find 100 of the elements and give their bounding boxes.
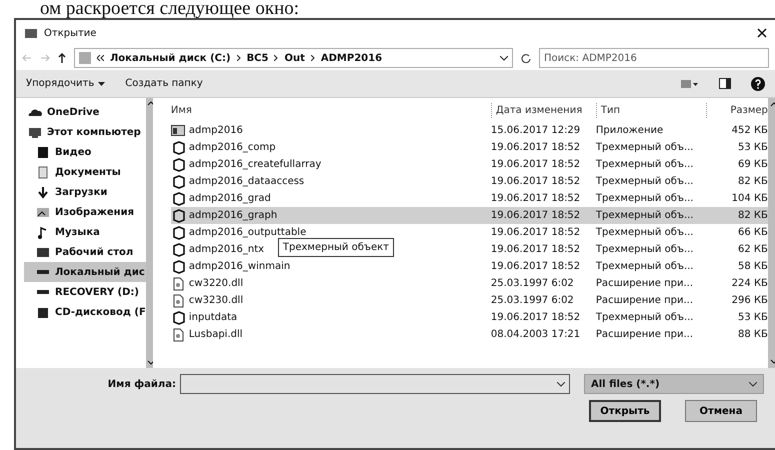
folder-icon	[24, 27, 38, 39]
date-cell: 19.06.2017 18:52	[490, 261, 580, 272]
view-icon[interactable]	[681, 78, 699, 88]
sidebar-item[interactable]: Этот компьютер	[24, 122, 146, 142]
type-cell: Расширение при...	[596, 295, 694, 306]
file-name: admp2016_outputtable	[188, 226, 306, 240]
file-type-dropdown[interactable]: All files (*.*)	[584, 374, 764, 394]
close-icon[interactable]	[757, 28, 767, 38]
chevron-down-icon[interactable]	[557, 382, 565, 386]
date-cell: 19.06.2017 18:52	[490, 227, 580, 238]
file-icon	[170, 328, 185, 342]
size-cell: 104 КБ	[732, 193, 768, 204]
file-name: admp2016_winmain	[188, 260, 290, 274]
refresh-icon[interactable]	[521, 53, 531, 63]
open-button[interactable]: Открыть	[589, 400, 661, 422]
breadcrumb-item[interactable]: BC5	[246, 50, 268, 66]
type-cell: Расширение при...	[596, 278, 694, 289]
sidebar-item[interactable]: RECOVERY (D:)	[24, 282, 146, 302]
type-cell: Трехмерный объ...	[596, 261, 694, 272]
date-cell: 19.06.2017 18:52	[490, 176, 580, 187]
date-cell: 19.06.2017 18:52	[490, 312, 580, 323]
breadcrumb-item[interactable]: Out	[284, 50, 305, 66]
size-cell: 66 КБ	[738, 227, 768, 238]
date-cell: 19.06.2017 18:52	[490, 210, 580, 221]
sidebar-item[interactable]: CD-дисковод (F	[24, 302, 146, 322]
chevron-down-icon[interactable]	[749, 382, 757, 386]
file-name: admp2016_comp	[188, 141, 276, 155]
double-chevron-icon[interactable]	[97, 55, 104, 61]
date-cell: 19.06.2017 18:52	[490, 193, 580, 204]
sidebar-item[interactable]: Изображения	[24, 202, 146, 222]
chevron-right-icon[interactable]	[274, 55, 278, 61]
file-name-label: Имя файла:	[106, 378, 176, 392]
window-title: Открытие	[44, 26, 96, 40]
new-folder-button[interactable]: Создать папку	[125, 76, 203, 91]
column-header[interactable]: Тип	[596, 102, 706, 118]
sidebar-item[interactable]: Видео	[24, 142, 146, 162]
document-icon	[36, 166, 50, 178]
sidebar-item[interactable]: Локальный дис	[24, 262, 146, 282]
type-cell: Трехмерный объ...	[596, 159, 694, 170]
sidebar-item[interactable]: Музыка	[24, 222, 146, 242]
breadcrumb-item[interactable]: ADMP2016	[320, 50, 382, 66]
file-name: inputdata	[188, 311, 238, 325]
drive-icon	[36, 270, 50, 274]
search-field[interactable]: Поиск: ADMP2016	[539, 48, 769, 68]
sidebar-item[interactable]: Рабочий стол	[24, 242, 146, 262]
size-cell: 88 КБ	[738, 329, 768, 340]
file-name: cw3230.dll	[188, 294, 244, 308]
column-header[interactable]: Дата изменения	[490, 102, 596, 118]
date-cell: 19.06.2017 18:52	[490, 142, 580, 153]
preview-pane-icon[interactable]	[719, 78, 731, 89]
date-cell: 25.03.1997 6:02	[490, 278, 574, 289]
file-name: admp2016	[188, 124, 243, 138]
size-cell: 62 КБ	[738, 244, 768, 255]
file-name: admp2016_createfullarray	[188, 158, 322, 172]
file-name: Lusbapi.dll	[188, 328, 243, 342]
type-cell: Трехмерный объ...	[596, 244, 694, 255]
type-cell: Трехмерный объ...	[596, 193, 694, 204]
type-cell: Трехмерный объ...	[596, 142, 694, 153]
file-name: cw3220.dll	[188, 277, 244, 291]
breadcrumb-item[interactable]: Локальный диск (C:)	[110, 50, 231, 66]
date-cell: 19.06.2017 18:52	[490, 159, 580, 170]
disc-drive-icon	[36, 306, 50, 318]
caret-icon[interactable]	[98, 82, 106, 86]
download-arrow-icon	[36, 186, 50, 198]
size-cell: 53 КБ	[738, 142, 768, 153]
up-arrow-icon[interactable]	[58, 53, 66, 63]
sidebar-item[interactable]: OneDrive	[24, 102, 146, 122]
sidebar-item[interactable]: Загрузки	[24, 182, 146, 202]
type-cell: Трехмерный объ...	[596, 176, 694, 187]
help-icon[interactable]	[751, 76, 765, 90]
date-cell: 08.04.2003 17:21	[490, 329, 580, 340]
file-name-field[interactable]	[180, 374, 570, 394]
file-name: admp2016_dataaccess	[188, 175, 304, 189]
file-name: admp2016_graph	[188, 209, 278, 223]
organize-menu[interactable]: Упорядочить	[26, 76, 94, 91]
chevron-right-icon[interactable]	[236, 55, 241, 61]
file-name: admp2016_grad	[188, 192, 271, 206]
sidebar-item[interactable]: Документы	[24, 162, 146, 182]
desktop-icon	[36, 246, 50, 258]
type-cell: Трехмерный объ...	[596, 227, 694, 238]
cancel-button[interactable]: Отмена	[685, 400, 757, 422]
chevron-down-icon[interactable]	[500, 56, 508, 60]
file-icon	[170, 276, 185, 290]
type-cell: Трехмерный объ...	[596, 312, 694, 323]
size-cell: 69 КБ	[738, 159, 768, 170]
type-cell: Трехмерный объ...	[596, 210, 694, 221]
date-cell: 25.03.1997 6:02	[490, 295, 574, 306]
app-icon	[170, 124, 185, 138]
image-icon	[36, 206, 50, 218]
video-icon	[36, 146, 50, 158]
size-cell: 452 КБ	[732, 125, 768, 136]
tooltip: Трехмерный объект	[278, 238, 394, 257]
size-cell: 82 КБ	[738, 176, 768, 187]
size-cell: 296 КБ	[732, 295, 768, 306]
size-cell: 58 КБ	[738, 261, 768, 272]
page-text: ом раскроется следующее окно:	[39, 0, 300, 18]
column-header[interactable]: Имя	[170, 102, 491, 118]
computer-icon	[28, 126, 42, 138]
chevron-right-icon[interactable]	[310, 55, 315, 61]
type-cell: Расширение при...	[596, 329, 694, 340]
